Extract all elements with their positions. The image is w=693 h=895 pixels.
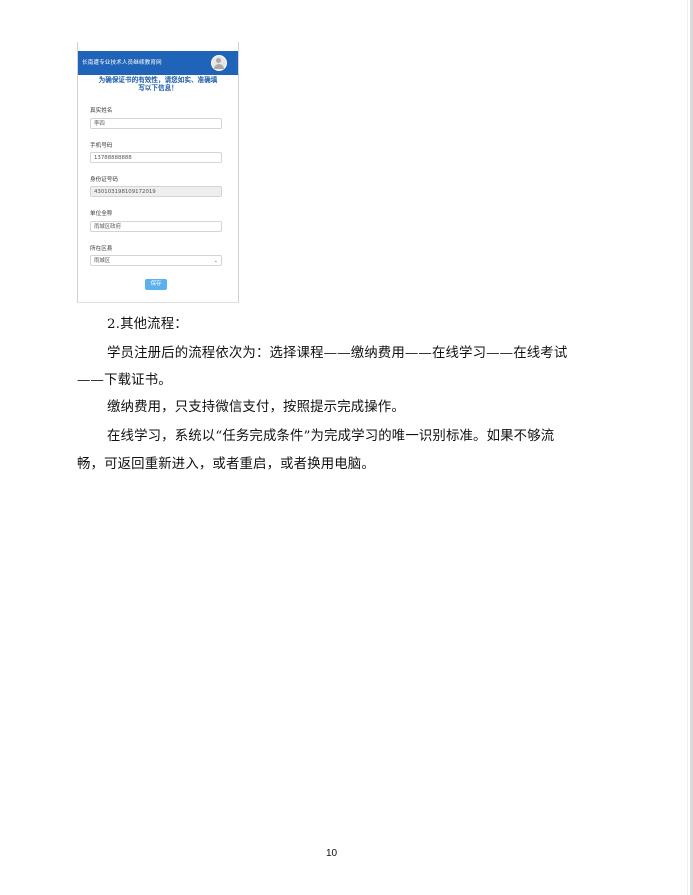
district-select-value: 雨城区 [94,258,111,264]
save-button[interactable]: 保存 [145,279,167,290]
paragraph-3-line-2: 畅，可返回重新进入，或者重启，或者换用电脑。 [77,457,375,472]
avatar-icon[interactable] [211,55,227,71]
paragraph-2: 缴纳费用，只支持微信支付，按照提示完成操作。 [107,400,405,415]
chevron-down-icon: ⌄ [213,258,218,264]
paragraph-1-line-1: 学员注册后的流程依次为：选择课程——缴纳费用——在线学习——在线考试 [107,346,568,361]
page-edge-line [687,0,688,895]
id-number-label: 身份证号码 [90,177,118,183]
notice-line-1: 为确保证书的有效性，请您如实、准确填 [98,76,218,84]
district-select[interactable]: 雨城区 ⌄ [90,255,222,266]
paragraph-1-line-2: ——下载证书。 [77,373,172,388]
registration-form-screenshot: 长南遭专业技术人员继续教育网 为确保证书的有效性，请您如实、准确填 写以下信息！… [77,42,239,303]
phone-label: 手机号码 [90,143,113,149]
district-label: 所在区县 [90,246,113,252]
real-name-input[interactable]: 李四 [90,118,222,129]
section-heading: 2.其他流程： [107,317,188,332]
id-number-input[interactable]: 430103198109172019 [90,186,222,197]
organization-label: 单位全称 [90,211,113,217]
phone-input[interactable]: 13788888888 [90,152,222,163]
app-title: 长南遭专业技术人员继续教育网 [82,60,162,66]
app-header: 长南遭专业技术人员继续教育网 [78,51,238,75]
notice-line-2: 写以下信息！ [138,84,178,92]
page-number: 10 [325,848,338,859]
real-name-label: 真实姓名 [90,108,113,114]
paragraph-3-line-1: 在线学习，系统以“任务完成条件”为完成学习的唯一识别标准。如果不够流 [107,429,555,444]
organization-input[interactable]: 雨城区政府 [90,221,222,232]
